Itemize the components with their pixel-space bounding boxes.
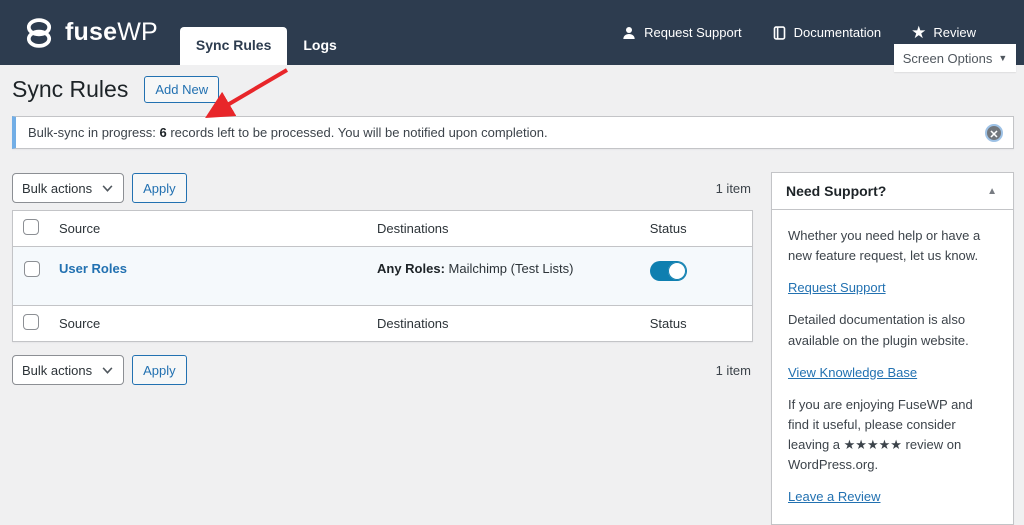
tab-sync-rules[interactable]: Sync Rules <box>179 27 288 65</box>
row-checkbox[interactable] <box>24 261 40 277</box>
status-toggle[interactable] <box>649 261 687 281</box>
column-footer-destinations: Destinations <box>377 316 449 331</box>
bulk-actions-label: Bulk actions <box>22 180 93 196</box>
support-paragraph-3: If you are enjoying FuseWP and find it u… <box>788 396 973 473</box>
notice-count: 6 <box>159 125 167 140</box>
fusewp-logo-icon <box>26 17 52 48</box>
request-support-link[interactable]: Request Support <box>788 278 886 298</box>
brand-text: fuseWP <box>65 18 158 47</box>
bulk-sync-notice: Bulk-sync in progress: 6 records left to… <box>12 116 1014 149</box>
top-header: fuseWP Sync Rules Logs Request Support D… <box>0 0 1024 65</box>
notice-text: Bulk-sync in progress: 6 records left to… <box>28 125 548 140</box>
bottom-toolbar: Bulk actions Apply 1 item <box>12 354 753 386</box>
need-support-panel-header[interactable]: Need Support? ▲ <box>772 173 1013 210</box>
nav-documentation-label: Documentation <box>793 25 882 40</box>
star-icon: ★ <box>911 23 927 42</box>
nav-review-label: Review <box>933 25 976 40</box>
table-footer-row: Source Destinations Status <box>12 305 753 342</box>
bulk-actions-select[interactable]: Bulk actions <box>12 173 125 203</box>
book-icon <box>773 25 785 40</box>
fusewp-logo: fuseWP <box>0 0 172 65</box>
bulk-actions-label-bottom: Bulk actions <box>22 362 93 378</box>
chevron-down-icon: ▼ <box>998 53 1008 63</box>
need-support-panel-body: Whether you need help or have a new feat… <box>772 210 1013 524</box>
collapse-panel-icon[interactable]: ▲ <box>985 184 999 199</box>
row-source-link[interactable]: User Roles <box>59 261 127 276</box>
sync-rules-table: Source Destinations Status User Roles An… <box>12 210 753 342</box>
sync-rules-list-area: Bulk actions Apply 1 item Source Destina… <box>12 172 753 386</box>
column-header-source: Source <box>59 221 101 236</box>
dismiss-notice-icon[interactable]: ✕ <box>985 124 1003 142</box>
chevron-down-icon <box>102 366 113 374</box>
row-destinations: Any Roles: Mailchimp (Test Lists) <box>377 261 574 276</box>
column-header-destinations: Destinations <box>377 221 449 236</box>
leave-a-review-link[interactable]: Leave a Review <box>788 487 881 507</box>
column-header-status: Status <box>649 221 687 236</box>
item-count-top: 1 item <box>715 180 751 196</box>
nav-request-support-label: Request Support <box>644 25 742 40</box>
column-footer-status: Status <box>649 316 687 331</box>
person-icon <box>623 26 635 39</box>
bulk-actions-select-bottom[interactable]: Bulk actions <box>12 355 125 385</box>
screen-options-button[interactable]: Screen Options ▼ <box>894 44 1016 72</box>
table-row: User Roles Any Roles: Mailchimp (Test Li… <box>12 246 753 306</box>
main-tabs: Sync Rules Logs <box>179 0 353 65</box>
add-new-button[interactable]: Add New <box>144 76 220 103</box>
support-paragraph-2: Detailed documentation is also available… <box>788 312 969 348</box>
panel-title: Need Support? <box>786 183 887 199</box>
screen-options-label: Screen Options <box>902 50 993 66</box>
apply-button-bottom[interactable]: Apply <box>132 355 187 385</box>
apply-button[interactable]: Apply <box>132 173 187 203</box>
support-paragraph-1: Whether you need help or have a new feat… <box>788 228 981 264</box>
toggle-knob <box>667 262 686 280</box>
view-knowledge-base-link[interactable]: View Knowledge Base <box>788 363 917 383</box>
page-head: Sync Rules Add New <box>12 76 1014 103</box>
page-title: Sync Rules <box>12 76 129 102</box>
select-all-checkbox[interactable] <box>23 219 39 235</box>
chevron-down-icon <box>102 184 113 192</box>
select-all-checkbox-bottom[interactable] <box>23 314 39 330</box>
table-header-row: Source Destinations Status <box>12 211 753 247</box>
top-toolbar: Bulk actions Apply 1 item <box>12 172 753 204</box>
column-footer-source: Source <box>59 316 101 331</box>
brand-light: WP <box>117 18 158 46</box>
need-support-panel: Need Support? ▲ Whether you need help or… <box>771 172 1014 525</box>
nav-documentation[interactable]: Documentation <box>772 25 881 41</box>
nav-request-support[interactable]: Request Support <box>621 25 742 41</box>
item-count-bottom: 1 item <box>715 362 751 378</box>
nav-review[interactable]: ★ Review <box>911 24 976 41</box>
tab-logs[interactable]: Logs <box>287 27 352 65</box>
brand-bold: fuse <box>65 18 118 46</box>
